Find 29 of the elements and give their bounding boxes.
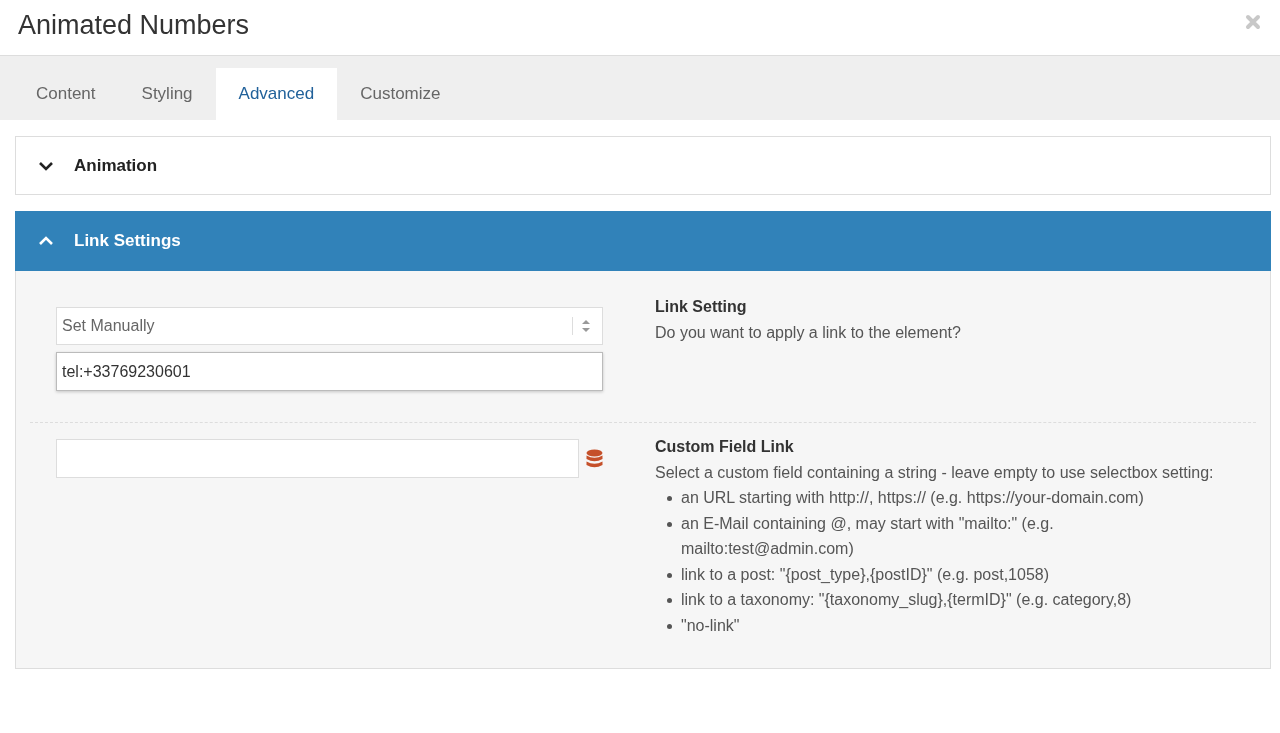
- bullet-icon: [667, 521, 672, 527]
- chevron-icon: [38, 160, 54, 171]
- tab[interactable]: Styling: [118, 68, 216, 120]
- bullet-text: "no-link": [681, 615, 740, 636]
- bullet-text: an E-Mail containing @, may start with "mailto:" (e.g. mailto:test@admin.com): [681, 513, 1055, 559]
- window-title: Animated Numbers: [18, 10, 250, 41]
- sort-arrows-icon: [582, 320, 590, 332]
- tab[interactable]: Advanced: [215, 68, 338, 120]
- section-header[interactable]: Animation: [15, 136, 1271, 195]
- bullet-icon: [667, 572, 672, 578]
- bullet-text: link to a post: "{post_type},{postID}" (e.g. post,1058): [681, 564, 1050, 585]
- close-icon[interactable]: [1245, 13, 1261, 30]
- section-header[interactable]: Link Settings: [15, 211, 1271, 271]
- bullet-text: an URL starting with http://, https:// (e.g. https://your-domain.com): [681, 488, 1144, 508]
- bullet-icon: [667, 623, 672, 629]
- bullet-icon: [667, 496, 672, 501]
- database-icon[interactable]: [586, 448, 603, 469]
- setting-label: Link Setting: [655, 297, 748, 317]
- setting-description: Select a custom field containing a string - leave empty to use selectbox setting:: [655, 462, 1215, 483]
- custom-field-input[interactable]: [56, 439, 579, 478]
- setting-label: Custom Field Link: [655, 437, 795, 457]
- link-input-field[interactable]: tel:+33769230601: [56, 352, 603, 391]
- bullet-text: link to a taxonomy: "{taxonomy_slug},{termID}" (e.g. category,8): [681, 590, 1132, 610]
- bullet-icon: [667, 598, 672, 603]
- setting-description: Do you want to apply a link to the element?: [655, 322, 962, 343]
- tab[interactable]: Content: [13, 68, 119, 120]
- chevron-icon: [38, 236, 54, 246]
- link-select[interactable]: Set Manually: [56, 307, 603, 345]
- tab[interactable]: Customize: [337, 68, 464, 120]
